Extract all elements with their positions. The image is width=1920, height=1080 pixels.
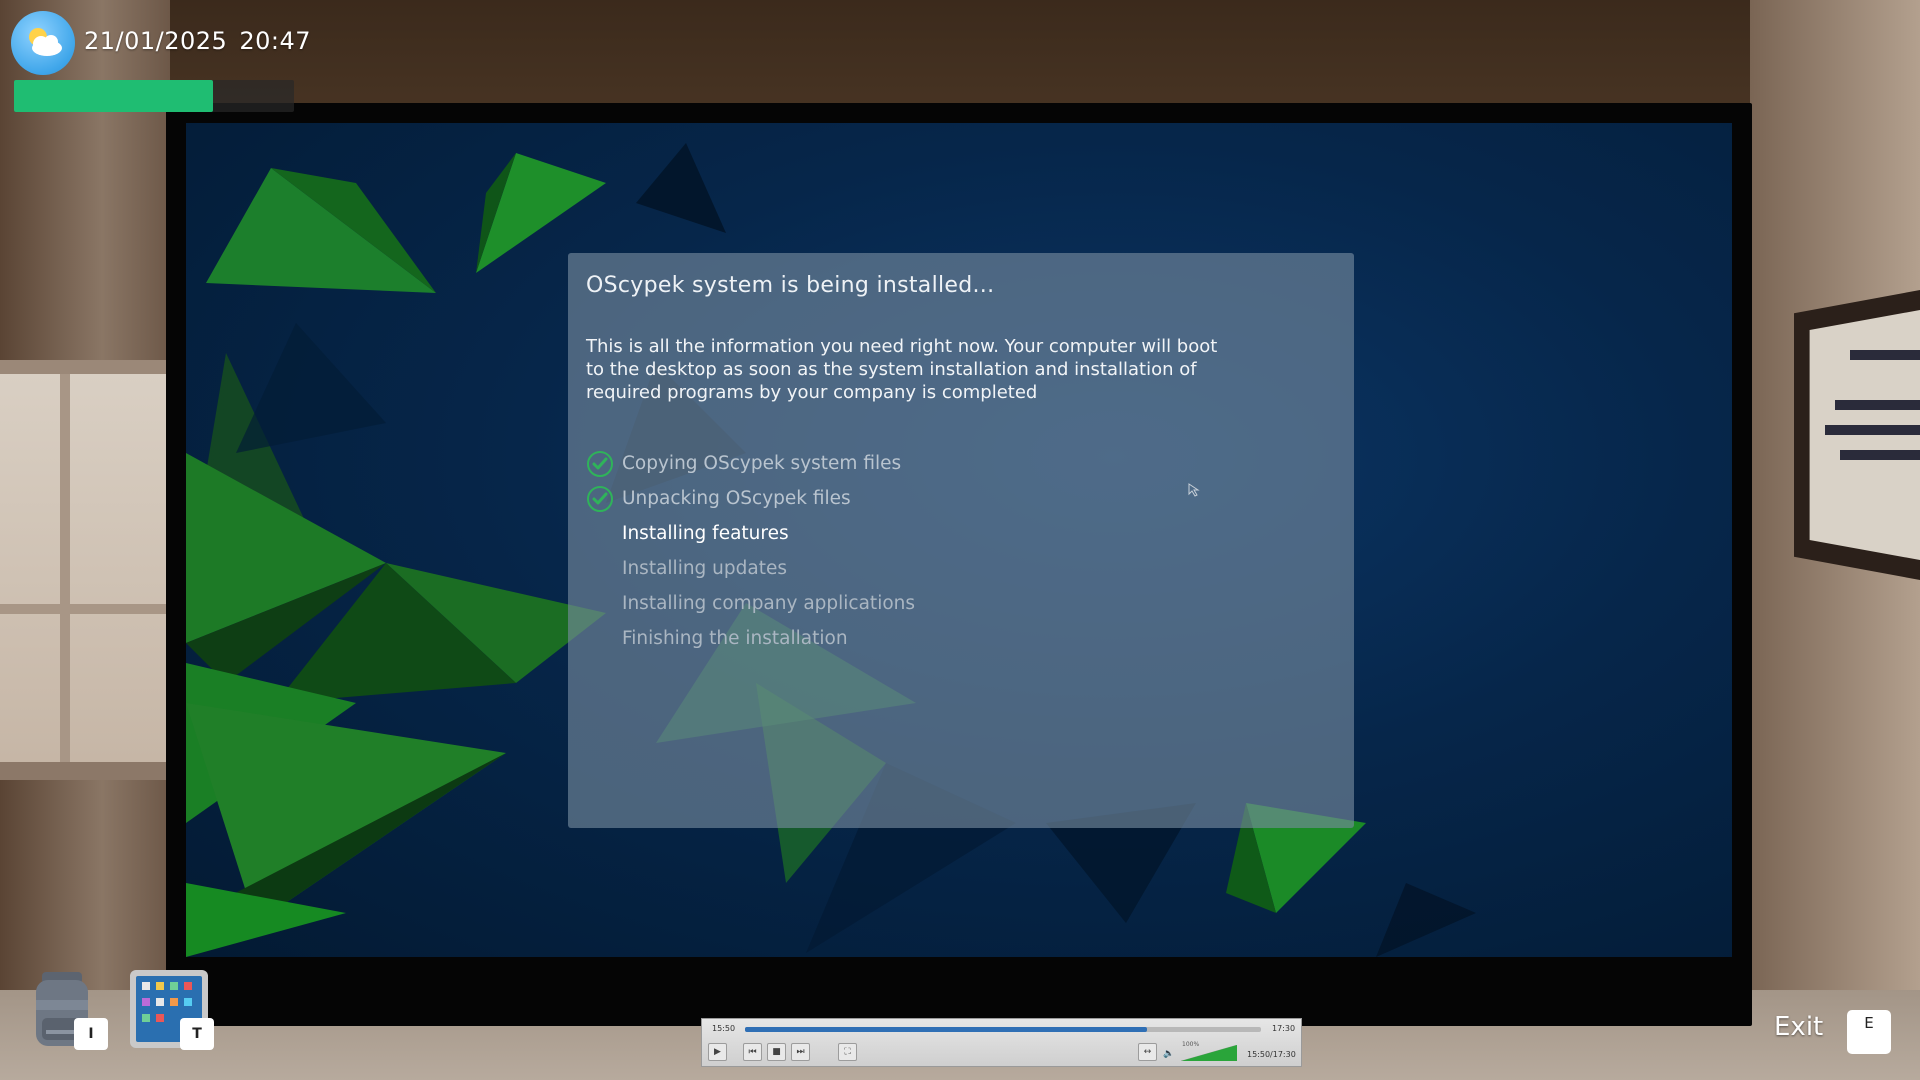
date-label: 21/01/2025 (84, 27, 228, 55)
install-step-label: Installing updates (622, 558, 788, 579)
volume-slider[interactable] (1181, 1045, 1237, 1061)
install-step-label: Unpacking OScypek files (622, 488, 851, 509)
stop-button[interactable]: ■ (767, 1043, 786, 1061)
installer-description: This is all the information you need rig… (586, 336, 1218, 403)
backpack-button[interactable]: I (32, 968, 108, 1054)
board-line (1850, 350, 1920, 360)
energy-bar (14, 80, 294, 112)
backpack-key: I (74, 1018, 108, 1050)
stop-icon: ■ (772, 1047, 781, 1057)
aspect-ratio-icon: ↔ (1143, 1047, 1152, 1057)
tablet-key: T (180, 1018, 214, 1050)
play-icon: ▶ (714, 1047, 721, 1057)
exit-button-label[interactable]: Exit (1774, 1012, 1823, 1042)
energy-bar-fill (14, 80, 213, 112)
install-step: Installing updates (586, 551, 915, 586)
player-start-time: 15:50 (712, 1024, 736, 1033)
computer-monitor[interactable]: OScypek system is being installed... Thi… (166, 103, 1752, 1026)
tablet-button[interactable]: T (128, 968, 214, 1054)
installer-dialog: OScypek system is being installed... Thi… (568, 253, 1354, 828)
install-steps-list: Copying OScypek system files Unpacking O… (586, 446, 915, 656)
speaker-icon[interactable]: 🔈 (1163, 1049, 1174, 1059)
play-button[interactable]: ▶ (708, 1043, 727, 1061)
board-line (1825, 425, 1920, 435)
install-step-label: Installing features (622, 523, 789, 544)
installer-title: OScypek system is being installed... (586, 273, 995, 298)
install-step: Copying OScypek system files (586, 446, 915, 481)
board-line (1840, 450, 1920, 460)
install-step: Unpacking OScypek files (586, 481, 915, 516)
window-transom (0, 604, 175, 614)
check-circle-icon (586, 484, 622, 514)
partly-cloudy-icon (11, 11, 75, 75)
seek-bar[interactable] (745, 1027, 1261, 1032)
check-circle-icon (586, 449, 622, 479)
mouse-cursor-icon (1188, 483, 1200, 497)
room-window (0, 360, 175, 780)
board-line (1835, 400, 1920, 410)
aspect-button[interactable]: ↔ (1138, 1043, 1157, 1061)
next-button[interactable]: ⏭ (791, 1043, 810, 1061)
seek-bar-fill (745, 1027, 1148, 1032)
monitor-screen[interactable]: OScypek system is being installed... Thi… (186, 123, 1732, 957)
date-time-display: 21/01/2025 20:47 (84, 27, 311, 55)
install-step: Installing features (586, 516, 915, 551)
player-time-readout: 15:50/17:30 (1247, 1050, 1296, 1059)
previous-button[interactable]: ⏮ (743, 1043, 762, 1061)
wall-board (1809, 310, 1920, 560)
exit-key[interactable]: E (1847, 1010, 1891, 1054)
player-end-time: 17:30 (1272, 1024, 1296, 1033)
media-player-bar: 15:50 17:30 ▶ ⏮ ■ ⏭ ⛶ ↔ 🔈 100% 15:50/17:… (701, 1018, 1302, 1067)
window-mullion (60, 374, 70, 762)
install-step-label: Installing company applications (622, 593, 916, 614)
fullscreen-button[interactable]: ⛶ (838, 1043, 857, 1061)
fullscreen-icon: ⛶ (844, 1047, 851, 1057)
install-step-label: Copying OScypek system files (622, 453, 902, 474)
previous-icon: ⏮ (748, 1047, 757, 1057)
install-step: Installing company applications (586, 586, 915, 621)
install-step-label: Finishing the installation (622, 628, 848, 649)
next-icon: ⏭ (796, 1047, 805, 1057)
time-label: 20:47 (239, 27, 311, 55)
install-step: Finishing the installation (586, 621, 915, 656)
